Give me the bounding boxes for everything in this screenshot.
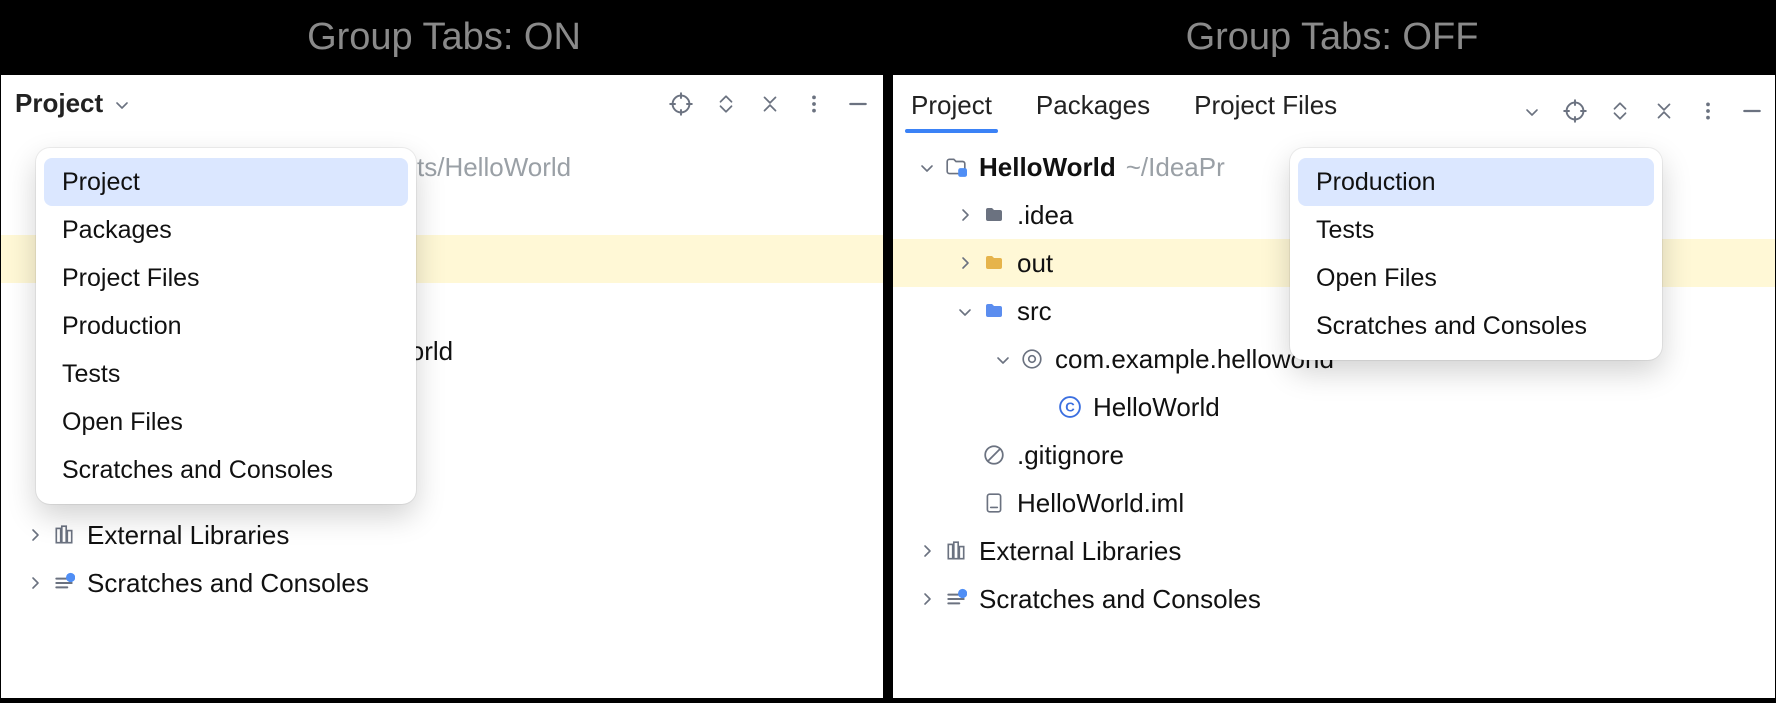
- popup-item-production[interactable]: Production: [1298, 158, 1654, 206]
- tree-row-gitignore[interactable]: .gitignore: [893, 431, 1775, 479]
- minimize-icon[interactable]: [847, 93, 869, 115]
- library-icon: [941, 540, 971, 562]
- more-icon[interactable]: [803, 93, 825, 115]
- chevron-down-icon[interactable]: [913, 160, 941, 174]
- scratches-icon: [49, 572, 79, 594]
- group-tabs-off-label: Group Tabs: OFF: [1186, 16, 1479, 59]
- tab-overflow-popup: Production Tests Open Files Scratches an…: [1290, 148, 1662, 360]
- tree-row-class[interactable]: HelloWorld: [893, 383, 1775, 431]
- popup-item-project[interactable]: Project: [44, 158, 408, 206]
- library-icon: [49, 524, 79, 546]
- view-selector-popup: Project Packages Project Files Productio…: [36, 148, 416, 504]
- tree-row-scratches[interactable]: Scratches and Consoles: [893, 575, 1775, 623]
- package-icon: [1017, 348, 1047, 370]
- chevron-right-icon[interactable]: [913, 543, 941, 559]
- popup-item-open-files[interactable]: Open Files: [1298, 254, 1654, 302]
- folder-icon: [979, 205, 1009, 225]
- folder-icon: [979, 301, 1009, 321]
- popup-item-project-files[interactable]: Project Files: [44, 254, 408, 302]
- chevron-down-icon[interactable]: [989, 352, 1017, 366]
- popup-item-tests[interactable]: Tests: [1298, 206, 1654, 254]
- project-header: Project: [1, 75, 883, 133]
- tree-row-ext-libs[interactable]: External Libraries: [893, 527, 1775, 575]
- collapse-all-icon[interactable]: [1653, 100, 1675, 122]
- locate-icon[interactable]: [669, 92, 693, 116]
- popup-item-open-files[interactable]: Open Files: [44, 398, 408, 446]
- tree-row-ext-libs[interactable]: External Libraries: [1, 511, 883, 559]
- popup-item-packages[interactable]: Packages: [44, 206, 408, 254]
- popup-item-scratches[interactable]: Scratches and Consoles: [1298, 302, 1654, 350]
- chevron-right-icon[interactable]: [951, 207, 979, 223]
- file-icon: [979, 492, 1009, 514]
- group-tabs-on-label: Group Tabs: ON: [307, 16, 581, 59]
- tab-project-files[interactable]: Project Files: [1188, 80, 1343, 133]
- chevron-down-icon[interactable]: [113, 97, 131, 111]
- comparison-header: Group Tabs: ON Group Tabs: OFF: [0, 0, 1776, 74]
- chevron-down-icon[interactable]: [1523, 104, 1541, 118]
- folder-icon: [979, 253, 1009, 273]
- chevron-right-icon[interactable]: [21, 575, 49, 591]
- chevron-right-icon[interactable]: [21, 527, 49, 543]
- chevron-right-icon[interactable]: [951, 255, 979, 271]
- more-icon[interactable]: [1697, 100, 1719, 122]
- expand-all-icon[interactable]: [715, 93, 737, 115]
- ignore-icon: [979, 444, 1009, 466]
- popup-item-production[interactable]: Production: [44, 302, 408, 350]
- minimize-icon[interactable]: [1741, 100, 1763, 122]
- root-path-fragment: ts/HelloWorld: [417, 152, 571, 183]
- class-icon: [1055, 396, 1085, 418]
- chevron-right-icon[interactable]: [913, 591, 941, 607]
- tab-project[interactable]: Project: [905, 80, 998, 133]
- project-view-selector[interactable]: Project: [15, 88, 103, 119]
- collapse-all-icon[interactable]: [759, 93, 781, 115]
- tree-row-iml[interactable]: HelloWorld.iml: [893, 479, 1775, 527]
- project-tabs: Project Packages Project Files: [893, 75, 1775, 133]
- tab-packages[interactable]: Packages: [1030, 80, 1156, 133]
- chevron-down-icon[interactable]: [951, 304, 979, 318]
- expand-all-icon[interactable]: [1609, 100, 1631, 122]
- popup-item-scratches[interactable]: Scratches and Consoles: [44, 446, 408, 494]
- scratches-icon: [941, 588, 971, 610]
- module-icon: [941, 156, 971, 178]
- tree-row-scratches[interactable]: Scratches and Consoles: [1, 559, 883, 607]
- popup-item-tests[interactable]: Tests: [44, 350, 408, 398]
- locate-icon[interactable]: [1563, 99, 1587, 123]
